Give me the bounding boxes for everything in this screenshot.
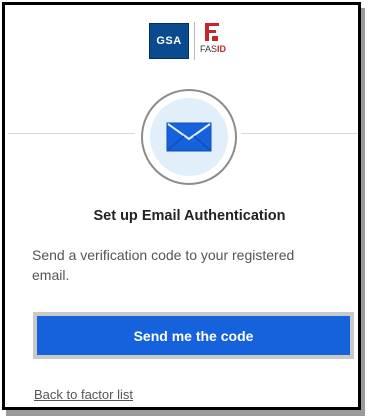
factor-icon-ring: [141, 89, 237, 185]
divider-left: [8, 133, 135, 134]
fasid-logo-text: FASID: [200, 44, 226, 54]
envelope-icon: [166, 122, 212, 152]
fasid-mark-icon: [205, 23, 219, 41]
logo-divider: [194, 22, 195, 60]
send-code-button-outline: Send me the code: [33, 312, 354, 359]
fasid-logo-suffix: ID: [217, 44, 227, 54]
logo-bar: GSA FASID: [5, 22, 358, 62]
factor-icon-background: [150, 98, 228, 176]
gsa-logo-text: GSA: [156, 35, 182, 47]
page-title: Set up Email Authentication: [93, 208, 286, 224]
auth-card: GSA FASID Set up Email Authentication Se…: [2, 2, 361, 410]
divider-right: [241, 133, 358, 134]
fasid-logo-prefix: FAS: [200, 44, 218, 54]
factor-description: Send a verification code to your registe…: [32, 247, 295, 283]
gsa-logo: GSA: [149, 23, 189, 59]
send-code-button[interactable]: Send me the code: [37, 316, 350, 355]
back-to-factor-list-link[interactable]: Back to factor list: [34, 387, 133, 402]
